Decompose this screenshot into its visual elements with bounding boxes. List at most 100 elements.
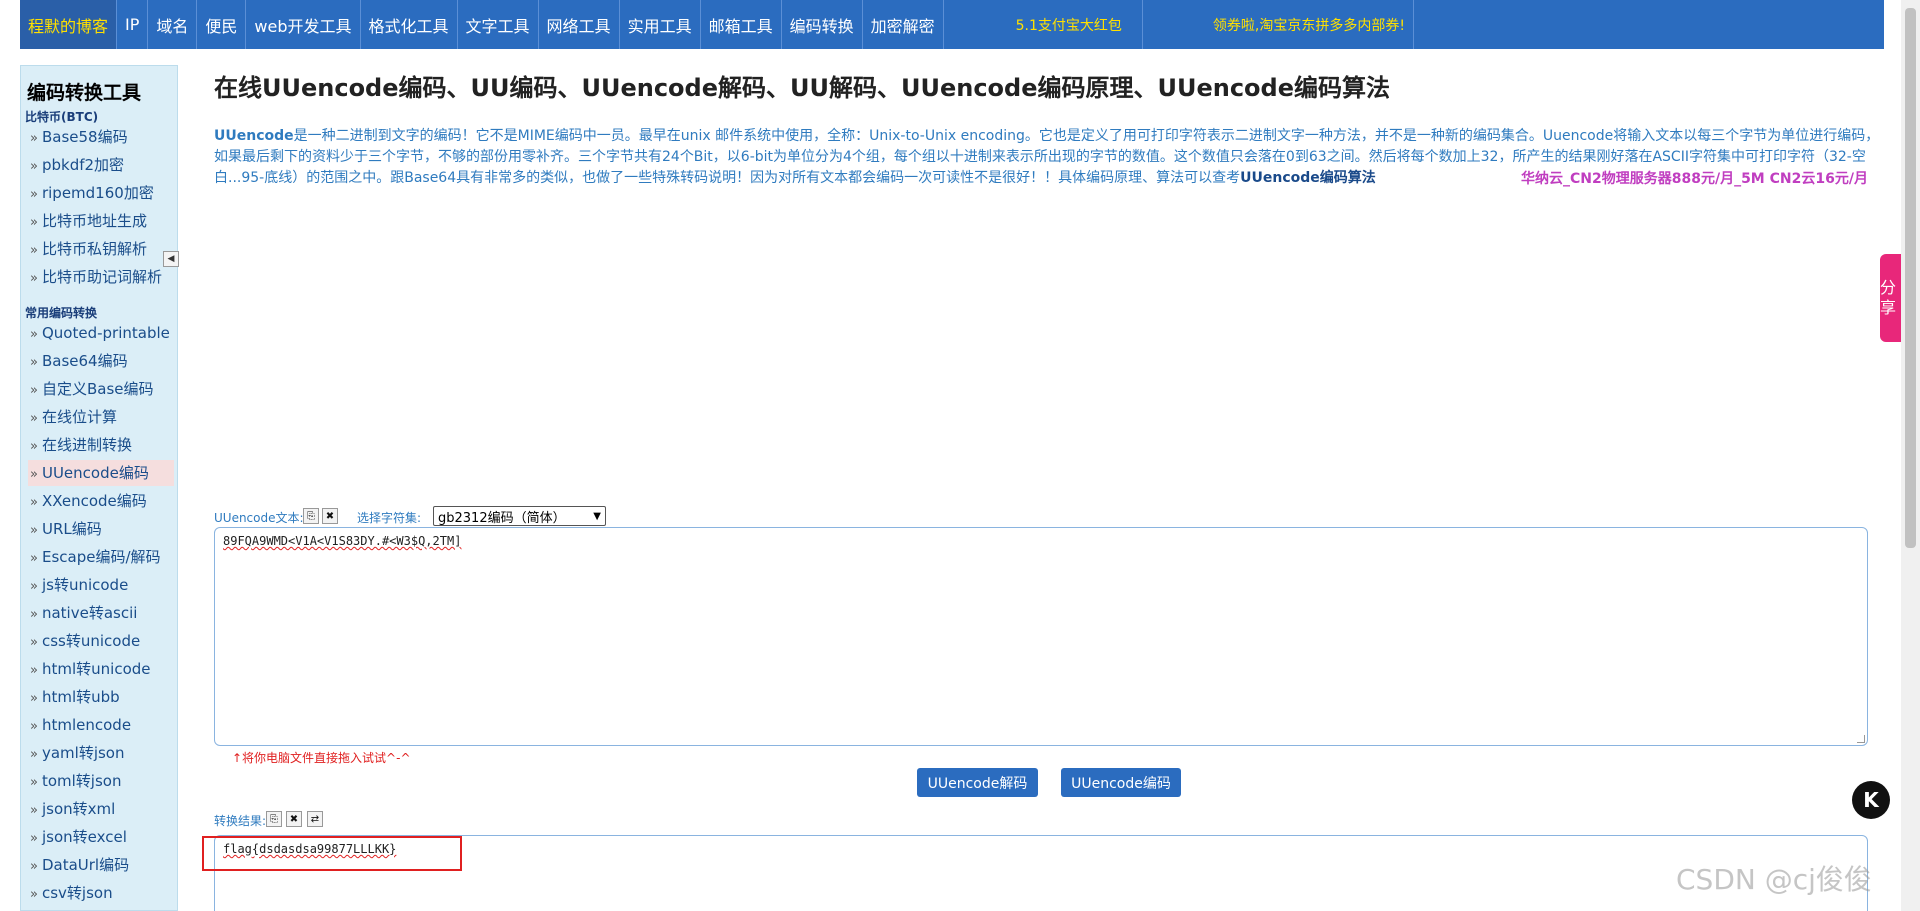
nav-item-domain[interactable]: 域名 <box>148 0 198 49</box>
sidebar-item[interactable]: » Escape编码/解码 <box>28 544 174 570</box>
sidebar-item[interactable]: » Base58编码 <box>28 124 174 150</box>
bullet-icon: » <box>30 887 38 902</box>
sidebar-item[interactable]: » pbkdf2加密 <box>28 152 174 178</box>
nav-item-text[interactable]: 文字工具 <box>458 0 539 49</box>
bullet-icon: » <box>30 439 38 454</box>
promo-coupons[interactable]: 领券啦,淘宝京东拼多多内部券! <box>1143 0 1414 49</box>
sidebar-item-label: 在线进制转换 <box>41 436 132 454</box>
sidebar-item[interactable]: » URL编码 <box>28 516 174 542</box>
sidebar-item-label: URL编码 <box>41 520 102 538</box>
sidebar: 编码转换工具 比特币(BTC) » Base58编码» pbkdf2加密» ripem… <box>20 65 178 911</box>
encode-button[interactable]: UUencode编码 <box>1061 768 1181 797</box>
bullet-icon: » <box>30 327 38 342</box>
sidebar-item-label: UUencode编码 <box>41 464 149 482</box>
nav-brand[interactable]: 程默的博客 <box>20 0 118 49</box>
bullet-icon: » <box>30 803 38 818</box>
watermark: CSDN @cj俊俊 <box>1676 863 1872 896</box>
k-logo-icon[interactable]: K <box>1852 781 1890 819</box>
resize-grip-icon[interactable] <box>1857 735 1865 743</box>
sidebar-section-btc: 比特币(BTC) <box>25 110 99 124</box>
sidebar-item[interactable]: » 比特币地址生成 <box>28 208 174 234</box>
intro-algorithm-link[interactable]: UUencode编码算法 <box>1240 170 1376 186</box>
nav-item-convenience[interactable]: 便民 <box>197 0 247 49</box>
sidebar-item-label: pbkdf2加密 <box>41 156 125 174</box>
sidebar-item[interactable]: » htmlencode <box>28 712 174 738</box>
caret-left-icon[interactable]: ◀ <box>163 251 179 267</box>
nav-item-email[interactable]: 邮箱工具 <box>701 0 782 49</box>
ad-link[interactable]: 华纳云_CN2物理服务器888元/月_5M CN2云16元/月 <box>1521 168 1868 188</box>
nav-item-format[interactable]: 格式化工具 <box>361 0 458 49</box>
sidebar-item-label: html转unicode <box>41 660 151 678</box>
sidebar-item[interactable]: » css转unicode <box>28 628 174 654</box>
sidebar-item-label: json转xml <box>41 800 116 818</box>
chevron-down-icon: ▼ <box>593 510 601 522</box>
promo-alipay[interactable]: 5.1支付宝大红包 <box>944 0 1143 49</box>
sidebar-item-label: yaml转json <box>41 744 125 762</box>
nav-item-crypto[interactable]: 加密解密 <box>863 0 944 49</box>
nav-item-encoding[interactable]: 编码转换 <box>782 0 863 49</box>
bullet-icon: » <box>30 859 38 874</box>
sidebar-item[interactable]: » UUencode编码 <box>28 460 174 486</box>
page-title: 在线UUencode编码、UU编码、UUencode解码、UU解码、UUenco… <box>214 74 1390 102</box>
sidebar-item-label: Base64编码 <box>41 352 128 370</box>
input-label: UUencode文本: <box>214 511 304 525</box>
sidebar-item[interactable]: » 自定义Base编码 <box>28 376 174 402</box>
copy-icon[interactable]: ⎘ <box>266 811 282 827</box>
sidebar-item[interactable]: » XXencode编码 <box>28 488 174 514</box>
drag-hint: ↑将你电脑文件直接拖入试试^-^ <box>232 751 411 765</box>
sidebar-item[interactable]: » native转ascii <box>28 600 174 626</box>
input-text: 89FQA9WMD<V1A<V1S83DY.#<W3$Q,2TM] <box>223 534 462 548</box>
sidebar-item[interactable]: » json转excel <box>28 824 174 850</box>
bullet-icon: » <box>30 215 38 230</box>
sidebar-item[interactable]: » Base64编码 <box>28 348 174 374</box>
bullet-icon: » <box>30 579 38 594</box>
uuencode-input[interactable]: 89FQA9WMD<V1A<V1S83DY.#<W3$Q,2TM] <box>214 527 1868 746</box>
sidebar-title: 编码转换工具 <box>27 82 142 104</box>
sidebar-item[interactable]: » json转xml <box>28 796 174 822</box>
bullet-icon: » <box>30 607 38 622</box>
sidebar-item[interactable]: » 比特币私钥解析 <box>28 236 174 262</box>
bullet-icon: » <box>30 271 38 286</box>
bullet-icon: » <box>30 495 38 510</box>
sidebar-item[interactable]: » Quoted-printable <box>28 320 174 346</box>
scrollbar[interactable] <box>1901 0 1920 911</box>
nav-item-network[interactable]: 网络工具 <box>539 0 620 49</box>
bullet-icon: » <box>30 467 38 482</box>
sidebar-item-label: XXencode编码 <box>41 492 147 510</box>
sidebar-item[interactable]: » toml转json <box>28 768 174 794</box>
nav-item-webdev[interactable]: web开发工具 <box>246 0 361 49</box>
sidebar-item-label: Escape编码/解码 <box>41 548 161 566</box>
bullet-icon: » <box>30 691 38 706</box>
sidebar-item[interactable]: » html转ubb <box>28 684 174 710</box>
bullet-icon: » <box>30 523 38 538</box>
scroll-thumb[interactable] <box>1905 8 1916 548</box>
bullet-icon: » <box>30 551 38 566</box>
nav-item-utility[interactable]: 实用工具 <box>620 0 701 49</box>
sidebar-item[interactable]: » ripemd160加密 <box>28 180 174 206</box>
intro-keyword: UUencode <box>214 128 294 144</box>
charset-select[interactable]: gb2312编码（简体） ▼ <box>433 506 606 526</box>
nav-item-ip[interactable]: IP <box>117 0 149 49</box>
sidebar-item[interactable]: » DataUrl编码 <box>28 852 174 878</box>
clear-icon[interactable]: ✖ <box>322 508 338 524</box>
sidebar-item[interactable]: » yaml转json <box>28 740 174 766</box>
sidebar-item-label: ripemd160加密 <box>41 184 154 202</box>
sidebar-item[interactable]: » 比特币助记词解析 <box>28 264 174 290</box>
sidebar-item-label: 比特币私钥解析 <box>41 240 147 258</box>
sidebar-item[interactable]: » 在线位计算 <box>28 404 174 430</box>
sidebar-item-label: DataUrl编码 <box>41 856 130 874</box>
result-output[interactable]: flag{dsdasdsa99877LLLKK} <box>214 835 1868 911</box>
sidebar-item-label: toml转json <box>41 772 122 790</box>
sidebar-item-label: 比特币地址生成 <box>41 212 147 230</box>
bullet-icon: » <box>30 635 38 650</box>
clear-icon[interactable]: ✖ <box>286 811 302 827</box>
sidebar-item[interactable]: » html转unicode <box>28 656 174 682</box>
swap-icon[interactable]: ⇄ <box>307 811 323 827</box>
sidebar-item[interactable]: » js转unicode <box>28 572 174 598</box>
decode-button[interactable]: UUencode解码 <box>917 768 1038 797</box>
sidebar-item[interactable]: » 在线进制转换 <box>28 432 174 458</box>
top-nav: 程默的博客 IP 域名 便民 web开发工具 格式化工具 文字工具 网络工具 实… <box>20 0 1884 49</box>
copy-icon[interactable]: ⎘ <box>303 508 319 524</box>
sidebar-item-label: csv转json <box>41 884 113 902</box>
sidebar-item[interactable]: » csv转json <box>28 880 174 906</box>
